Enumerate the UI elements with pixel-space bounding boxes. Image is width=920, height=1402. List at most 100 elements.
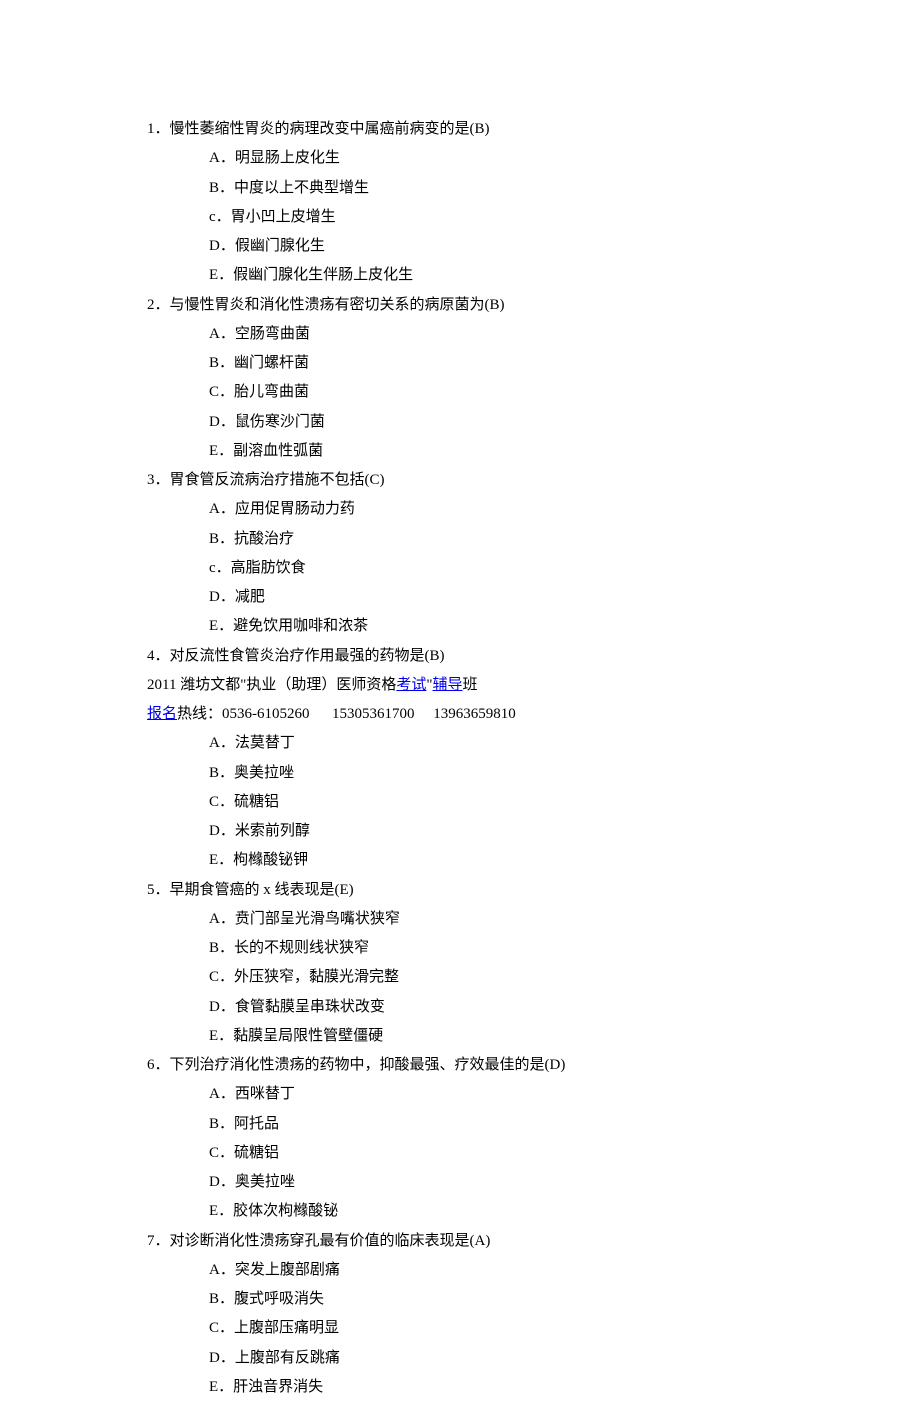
- question-text: 慢性萎缩性胃炎的病理改变中属癌前病变的是(B): [170, 121, 490, 137]
- question-option: A．明显肠上皮化生: [147, 144, 820, 173]
- ad-link-signup[interactable]: 报名: [147, 706, 177, 722]
- question-option: D．奥美拉唑: [147, 1168, 820, 1197]
- question-option: D．米索前列醇: [147, 817, 820, 846]
- question-option: c．胃小凹上皮增生: [147, 203, 820, 232]
- question-option: D．减肥: [147, 583, 820, 612]
- question-option: B．奥美拉唑: [147, 759, 820, 788]
- question-number: 4．: [147, 648, 170, 664]
- question-text: 对诊断消化性溃疡穿孔最有价值的临床表现是(A): [170, 1233, 491, 1249]
- option-text: 上腹部压痛明显: [234, 1320, 339, 1336]
- question-option: E．避免饮用咖啡和浓茶: [147, 612, 820, 641]
- option-text: 外压狭窄，黏膜光滑完整: [234, 969, 399, 985]
- question-option: E．黏膜呈局限性管壁僵硬: [147, 1022, 820, 1051]
- option-letter: C．: [209, 384, 234, 400]
- option-letter: B．: [209, 940, 234, 956]
- ad-text: 2011 潍坊文都"执业（助理）医师资格: [147, 677, 396, 693]
- option-text: 贲门部呈光滑鸟嘴状狭窄: [235, 911, 400, 927]
- question-option: D．鼠伤寒沙门菌: [147, 408, 820, 437]
- question-option: A．空肠弯曲菌: [147, 320, 820, 349]
- option-letter: E．: [209, 267, 233, 283]
- question-option: C．硫糖铝: [147, 788, 820, 817]
- option-text: 腹式呼吸消失: [234, 1291, 324, 1307]
- question-option: B．中度以上不典型增生: [147, 174, 820, 203]
- question-option: B．幽门螺杆菌: [147, 349, 820, 378]
- option-text: 法莫替丁: [235, 735, 295, 751]
- question-number: 3．: [147, 472, 170, 488]
- ad-hotline: 热线：0536-6105260 15305361700 13963659810: [177, 706, 516, 722]
- question-number: 2．: [147, 297, 170, 313]
- option-letter: D．: [209, 414, 235, 430]
- question-option: D．假幽门腺化生: [147, 232, 820, 261]
- question-option: A．应用促胃肠动力药: [147, 495, 820, 524]
- option-text: 硫糖铝: [234, 794, 279, 810]
- option-letter: D．: [209, 1350, 235, 1366]
- ad-link-exam[interactable]: 考试: [396, 677, 426, 693]
- option-letter: B．: [209, 1116, 234, 1132]
- question-option: E．肝浊音界消失: [147, 1373, 820, 1402]
- option-text: 空肠弯曲菌: [235, 326, 310, 342]
- option-letter: A．: [209, 1262, 235, 1278]
- option-text: 肝浊音界消失: [233, 1379, 323, 1395]
- option-text: 鼠伤寒沙门菌: [235, 414, 325, 430]
- option-text: 胎儿弯曲菌: [234, 384, 309, 400]
- question-option: B．长的不规则线状狭窄: [147, 934, 820, 963]
- option-text: 假幽门腺化生伴肠上皮化生: [233, 267, 413, 283]
- option-letter: c．: [209, 209, 231, 225]
- document-body: 1．慢性萎缩性胃炎的病理改变中属癌前病变的是(B)A．明显肠上皮化生B．中度以上…: [147, 115, 820, 1402]
- question-stem: 1．慢性萎缩性胃炎的病理改变中属癌前病变的是(B): [147, 115, 820, 144]
- option-letter: B．: [209, 180, 234, 196]
- option-letter: C．: [209, 1145, 234, 1161]
- question-option: B．抗酸治疗: [147, 525, 820, 554]
- option-text: 明显肠上皮化生: [235, 150, 340, 166]
- option-text: 阿托品: [234, 1116, 279, 1132]
- option-letter: B．: [209, 355, 234, 371]
- question-stem: 2．与慢性胃炎和消化性溃疡有密切关系的病原菌为(B): [147, 291, 820, 320]
- option-letter: E．: [209, 1379, 233, 1395]
- option-text: 抗酸治疗: [234, 531, 294, 547]
- option-text: 枸橼酸铋钾: [233, 852, 308, 868]
- question-option: E．胶体次枸橼酸铋: [147, 1197, 820, 1226]
- option-letter: A．: [209, 911, 235, 927]
- option-text: 长的不规则线状狭窄: [234, 940, 369, 956]
- question-option: B．腹式呼吸消失: [147, 1285, 820, 1314]
- question-option: B．阿托品: [147, 1110, 820, 1139]
- question-option: D．食管黏膜呈串珠状改变: [147, 993, 820, 1022]
- option-letter: B．: [209, 765, 234, 781]
- question-number: 5．: [147, 882, 170, 898]
- option-text: 高脂肪饮食: [231, 560, 306, 576]
- question-number: 6．: [147, 1057, 170, 1073]
- option-letter: E．: [209, 618, 233, 634]
- option-letter: D．: [209, 238, 235, 254]
- question-option: E．假幽门腺化生伴肠上皮化生: [147, 261, 820, 290]
- question-option: E．枸橼酸铋钾: [147, 846, 820, 875]
- question-stem: 5．早期食管癌的 x 线表现是(E): [147, 876, 820, 905]
- option-text: 西咪替丁: [235, 1086, 295, 1102]
- option-letter: B．: [209, 531, 234, 547]
- question-option: A．西咪替丁: [147, 1080, 820, 1109]
- option-letter: E．: [209, 443, 233, 459]
- ad-link-guide[interactable]: 辅导: [432, 677, 462, 693]
- option-text: 黏膜呈局限性管壁僵硬: [233, 1028, 383, 1044]
- ad-line-2: 报名热线：0536-6105260 15305361700 1396365981…: [147, 700, 820, 729]
- question-text: 下列治疗消化性溃疡的药物中，抑酸最强、疗效最佳的是(D): [170, 1057, 566, 1073]
- question-text: 与慢性胃炎和消化性溃疡有密切关系的病原菌为(B): [170, 297, 505, 313]
- question-text: 胃食管反流病治疗措施不包括(C): [170, 472, 385, 488]
- question-option: C．上腹部压痛明显: [147, 1314, 820, 1343]
- option-text: 突发上腹部剧痛: [235, 1262, 340, 1278]
- question-text: 早期食管癌的 x 线表现是(E): [170, 882, 354, 898]
- ad-line-1: 2011 潍坊文都"执业（助理）医师资格考试"辅导班: [147, 671, 820, 700]
- option-letter: A．: [209, 1086, 235, 1102]
- question-option: C．硫糖铝: [147, 1139, 820, 1168]
- option-letter: E．: [209, 1028, 233, 1044]
- question-number: 1．: [147, 121, 170, 137]
- question-text: 对反流性食管炎治疗作用最强的药物是(B): [170, 648, 445, 664]
- option-letter: C．: [209, 1320, 234, 1336]
- question-stem: 7．对诊断消化性溃疡穿孔最有价值的临床表现是(A): [147, 1227, 820, 1256]
- option-text: 假幽门腺化生: [235, 238, 325, 254]
- option-letter: E．: [209, 1203, 233, 1219]
- option-letter: A．: [209, 501, 235, 517]
- question-option: E．副溶血性弧菌: [147, 437, 820, 466]
- question-option: A．贲门部呈光滑鸟嘴状狭窄: [147, 905, 820, 934]
- option-letter: D．: [209, 823, 235, 839]
- option-text: 胶体次枸橼酸铋: [233, 1203, 338, 1219]
